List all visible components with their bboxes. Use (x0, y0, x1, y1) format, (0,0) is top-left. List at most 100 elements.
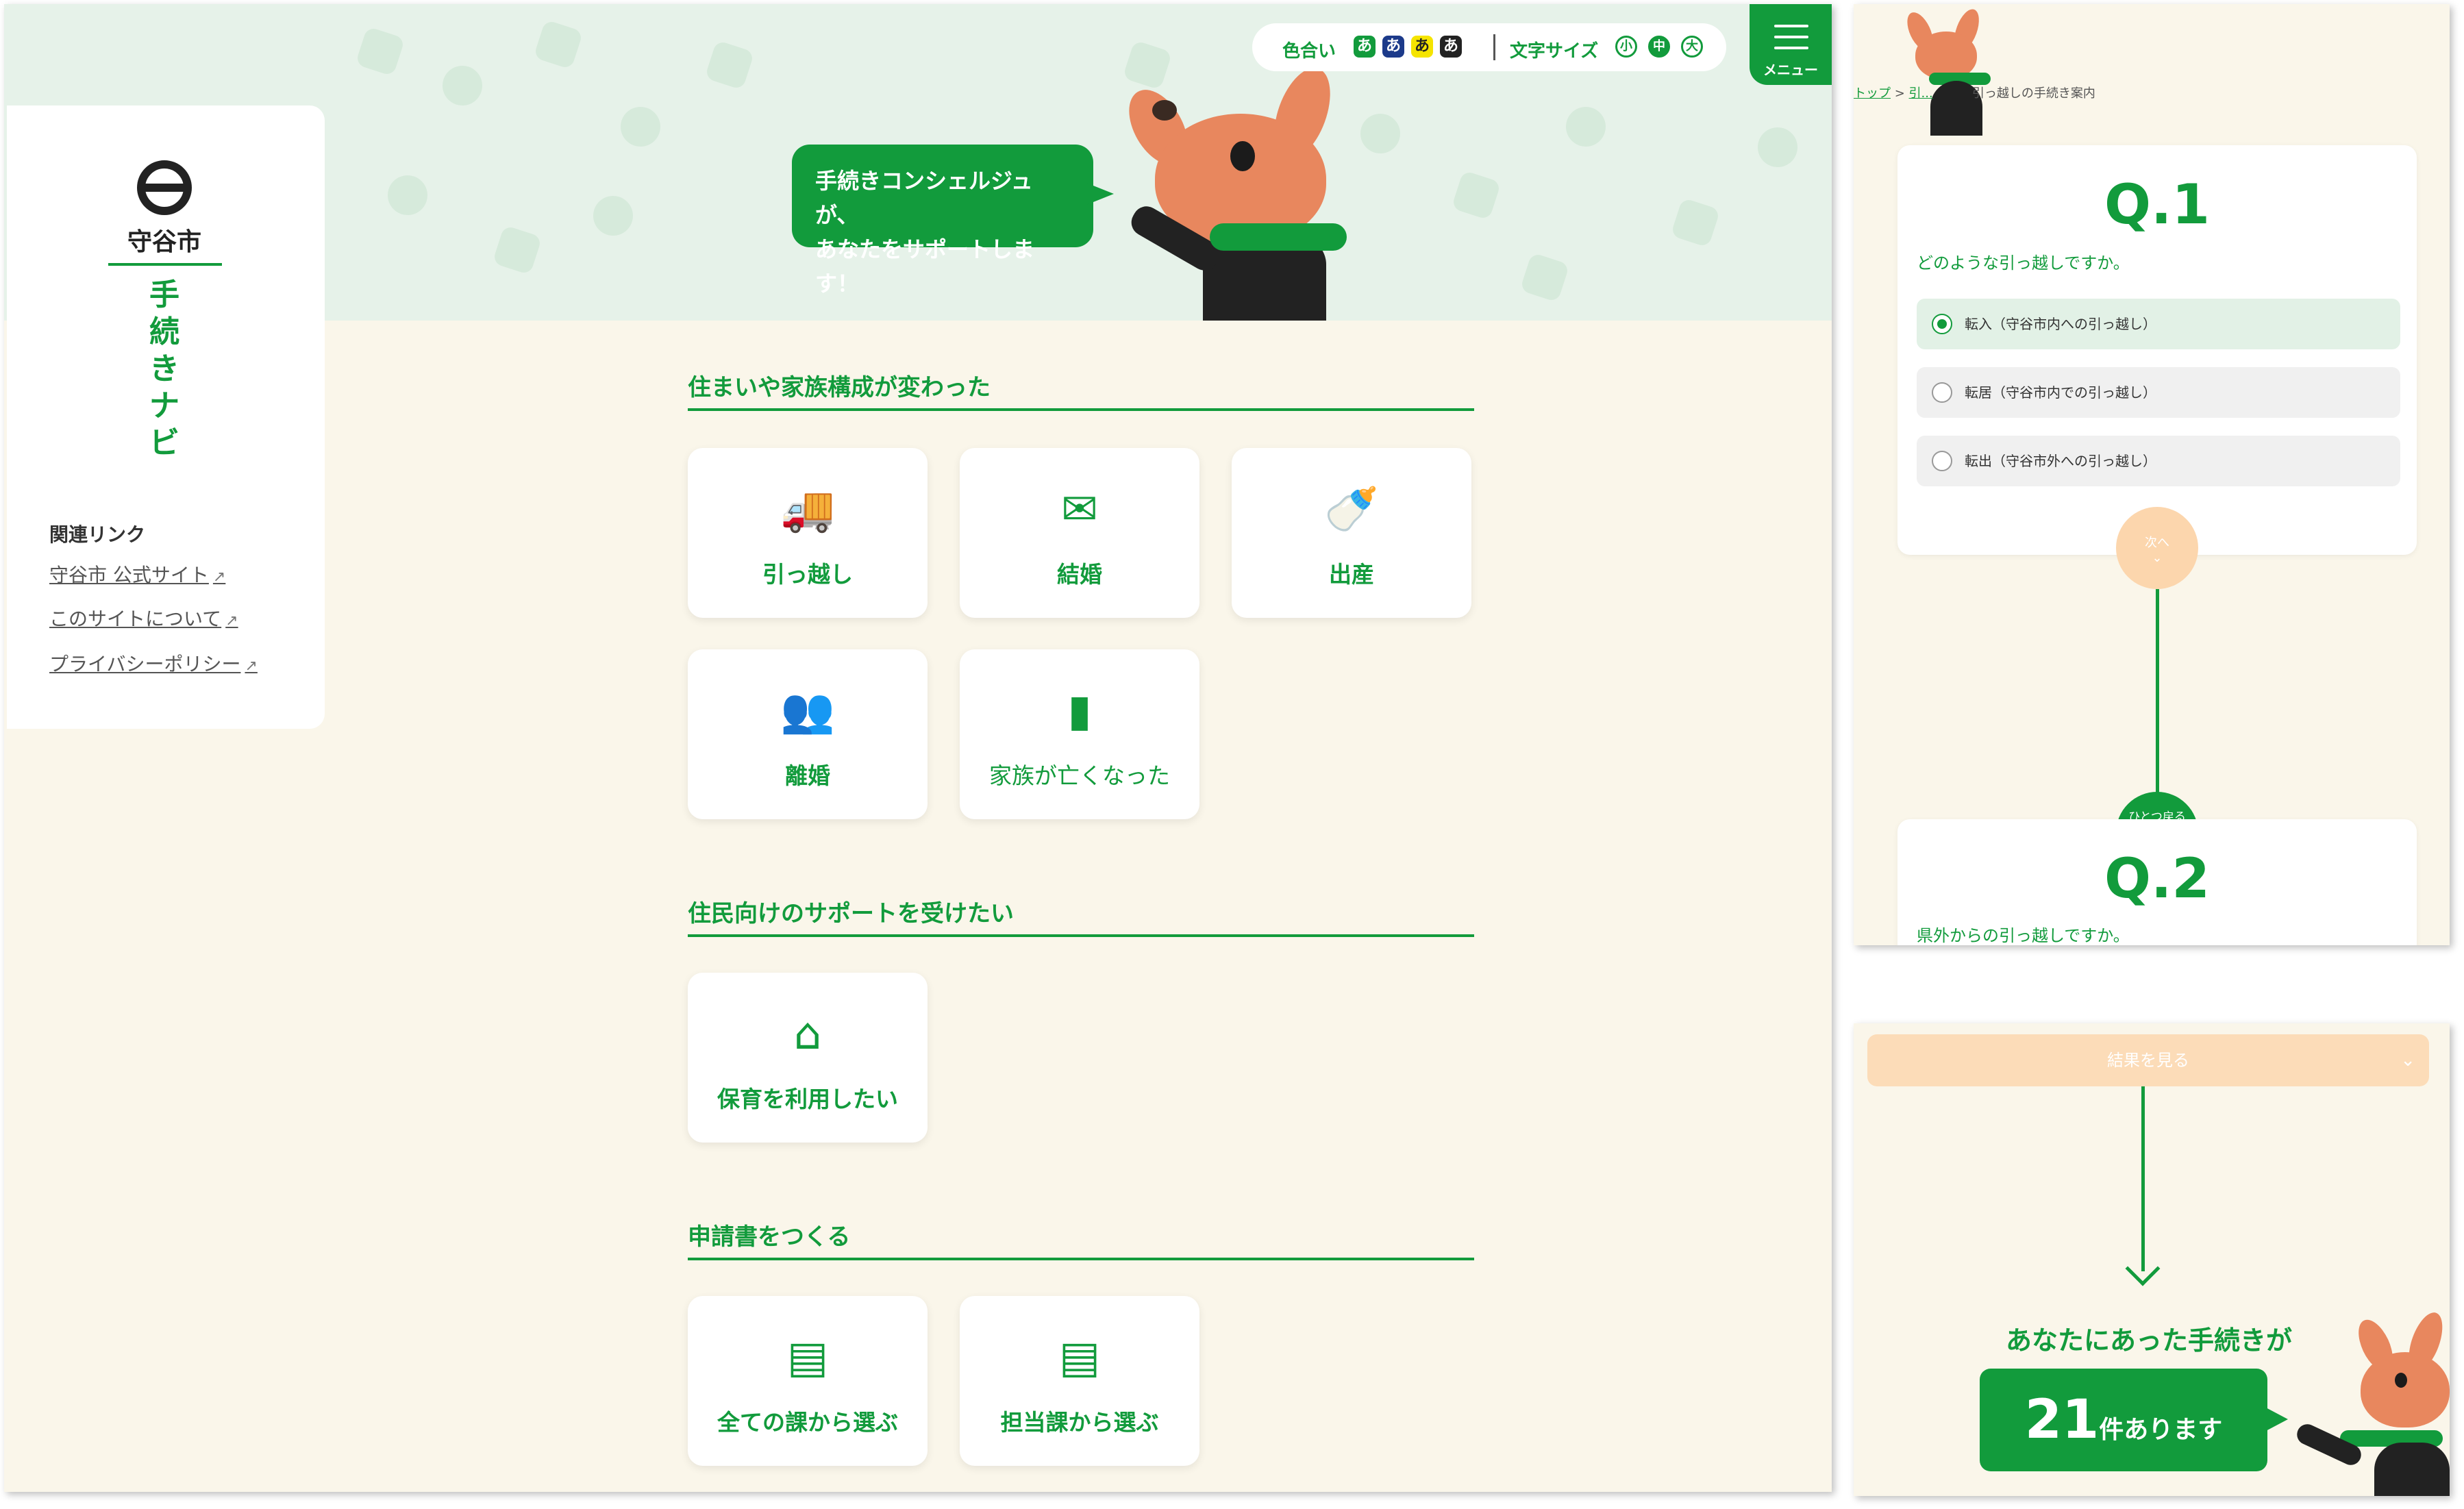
mascot-nose (1152, 100, 1177, 121)
pattern-icon (1451, 170, 1502, 221)
result-count-box[interactable]: 21件あります (1980, 1369, 2288, 1471)
pattern-icon (1752, 122, 1803, 173)
mascot-scarf (1210, 223, 1347, 251)
toolbar-divider (1493, 34, 1495, 60)
city-emblem-icon (137, 160, 192, 215)
pattern-icon (615, 101, 666, 152)
external-link-icon: ↗ (245, 658, 258, 675)
option-move-out[interactable]: 転出（守谷市外への引っ越し） (1917, 436, 2400, 486)
next-button[interactable]: 次へ ⌄ (2116, 507, 2198, 589)
card-all-departments[interactable]: ▤ 全ての課から選ぶ (688, 1296, 928, 1466)
radio-button[interactable] (1932, 314, 1952, 334)
section-divider (688, 934, 1474, 937)
result-lead-text: あなたにあった手続きが (2005, 1325, 2292, 1356)
pattern-icon (704, 40, 755, 90)
radio-button[interactable] (1932, 382, 1952, 403)
question-text: 県外からの引っ越しですか。 (1917, 926, 2130, 945)
menu-button[interactable]: メニュー (1750, 4, 1832, 85)
pattern-icon (1122, 40, 1173, 90)
result-count: 21 (2024, 1389, 2100, 1451)
wizard-panel: トップ > 引... 引っ越しの手続き案内 Q.1 どのような引っ越しですか。 … (1854, 4, 2450, 945)
pattern-icon (588, 190, 638, 241)
pattern-icon (355, 26, 406, 77)
link-official-site[interactable]: 守谷市 公式サイト ↗ (49, 560, 225, 588)
chevron-down-icon: ⌄ (2152, 551, 2163, 565)
link-about-site[interactable]: このサイトについて ↗ (49, 604, 238, 632)
pattern-icon (382, 170, 433, 221)
card-birth[interactable]: 🍼 出産 (1232, 448, 1471, 618)
option-label: 転入（守谷市内への引っ越し） (1965, 316, 2156, 332)
baby-bottle-icon: 🍼 (1324, 484, 1379, 535)
memorial-icon: ▮ (1067, 686, 1092, 736)
result-count-suffix: 件あります (2099, 1416, 2223, 1444)
option-move-in[interactable]: 転入（守谷市内への引っ越し） (1917, 299, 2400, 349)
color-swatch-blue[interactable]: あ (1382, 36, 1404, 58)
menu-icon (1774, 36, 1808, 38)
main-page: 手続きコンシェルジュが、 あなたをサポートします！ 色合い あ あ あ あ 文字… (4, 4, 1832, 1492)
breadcrumb-link[interactable]: 引... (1909, 86, 1933, 101)
card-label: 担当課から選ぶ (1000, 1409, 1159, 1436)
color-swatch-black[interactable]: あ (1440, 36, 1462, 58)
speech-bubble: 手続きコンシェルジュが、 あなたをサポートします！ (792, 145, 1114, 297)
font-size-small-button[interactable]: 小 (1615, 36, 1637, 58)
link-label: プライバシーポリシー (49, 653, 241, 675)
question-number: Q.2 (2104, 847, 2211, 910)
card-label: 保育を利用したい (717, 1086, 898, 1112)
link-label: 守谷市 公式サイト (49, 564, 209, 586)
font-size-large-button[interactable]: 大 (1681, 36, 1703, 58)
mascot-eye (2395, 1373, 2407, 1388)
bubble-line: 手続きコンシェルジュが、 (815, 168, 1033, 228)
breadcrumb-link-top[interactable]: トップ (1854, 86, 1891, 101)
link-privacy-policy[interactable]: プライバシーポリシー ↗ (49, 649, 258, 677)
card-label: 家族が亡くなった (989, 762, 1170, 789)
card-responsible-department[interactable]: ▤ 担当課から選ぶ (960, 1296, 1199, 1466)
pattern-icon (1670, 197, 1721, 248)
card-marriage[interactable]: ✉ 結婚 (960, 448, 1199, 618)
card-bereavement[interactable]: ▮ 家族が亡くなった (960, 649, 1199, 819)
card-label: 離婚 (785, 762, 830, 789)
result-panel: 結果を見る ⌄ あなたにあった手続きが 21件あります (1854, 1023, 2450, 1496)
breadcrumb: トップ > 引... 引っ越しの手続き案内 (1854, 86, 2095, 101)
document-add-icon: ▤ (786, 1332, 829, 1383)
chevron-down-icon: ⌄ (2400, 1050, 2415, 1071)
pattern-icon (1355, 108, 1406, 159)
option-label: 転居（守谷市内での引っ越し） (1965, 384, 2156, 401)
pattern-icon (437, 60, 488, 111)
see-results-label: 結果を見る (2107, 1051, 2189, 1070)
link-label: このサイトについて (49, 608, 222, 630)
card-label: 出産 (1329, 561, 1374, 588)
pattern-icon (533, 19, 584, 70)
document-add-icon: ▤ (1058, 1332, 1101, 1383)
site-title[interactable]: 手 続 き ナ ビ (144, 277, 185, 462)
font-size-medium-button[interactable]: 中 (1648, 36, 1670, 58)
flow-connector (2156, 589, 2159, 807)
question-card-1: Q.1 どのような引っ越しですか。 転入（守谷市内への引っ越し） 転居（守谷市内… (1897, 145, 2417, 555)
card-label: 引っ越し (762, 561, 853, 588)
color-swatch-green[interactable]: あ (1354, 36, 1376, 58)
mascot-arm (2293, 1421, 2365, 1469)
option-move-within[interactable]: 転居（守谷市内での引っ越し） (1917, 367, 2400, 418)
card-label: 全ての課から選ぶ (717, 1409, 898, 1436)
pattern-icon (1560, 101, 1611, 152)
next-label: 次へ (2145, 536, 2169, 550)
logo-divider (108, 263, 222, 266)
card-moving[interactable]: 🚚 引っ越し (688, 448, 928, 618)
section-divider (688, 1258, 1474, 1260)
external-link-icon: ↗ (212, 569, 226, 586)
mascot-eye (1230, 141, 1255, 171)
divorce-icon: 👥 (780, 686, 835, 736)
pattern-icon (1519, 252, 1570, 303)
question-number: Q.1 (2104, 173, 2211, 236)
accessibility-toolbar: 色合い あ あ あ あ 文字サイズ 小 中 大 (1252, 23, 1726, 71)
bubble-line: あなたをサポートします！ (815, 236, 1035, 297)
card-divorce[interactable]: 👥 離婚 (688, 649, 928, 819)
radio-button[interactable] (1932, 451, 1952, 471)
card-childcare[interactable]: ⌂ 保育を利用したい (688, 973, 928, 1143)
menu-icon (1774, 25, 1808, 27)
see-results-button[interactable]: 結果を見る ⌄ (1867, 1034, 2429, 1086)
heart-envelope-icon: ✉ (1061, 484, 1098, 535)
color-label: 色合い (1282, 41, 1336, 62)
breadcrumb-current: 引っ越しの手続き案内 (1971, 86, 2095, 101)
mascot-head (2361, 1352, 2450, 1427)
color-swatch-yellow[interactable]: あ (1411, 36, 1433, 58)
